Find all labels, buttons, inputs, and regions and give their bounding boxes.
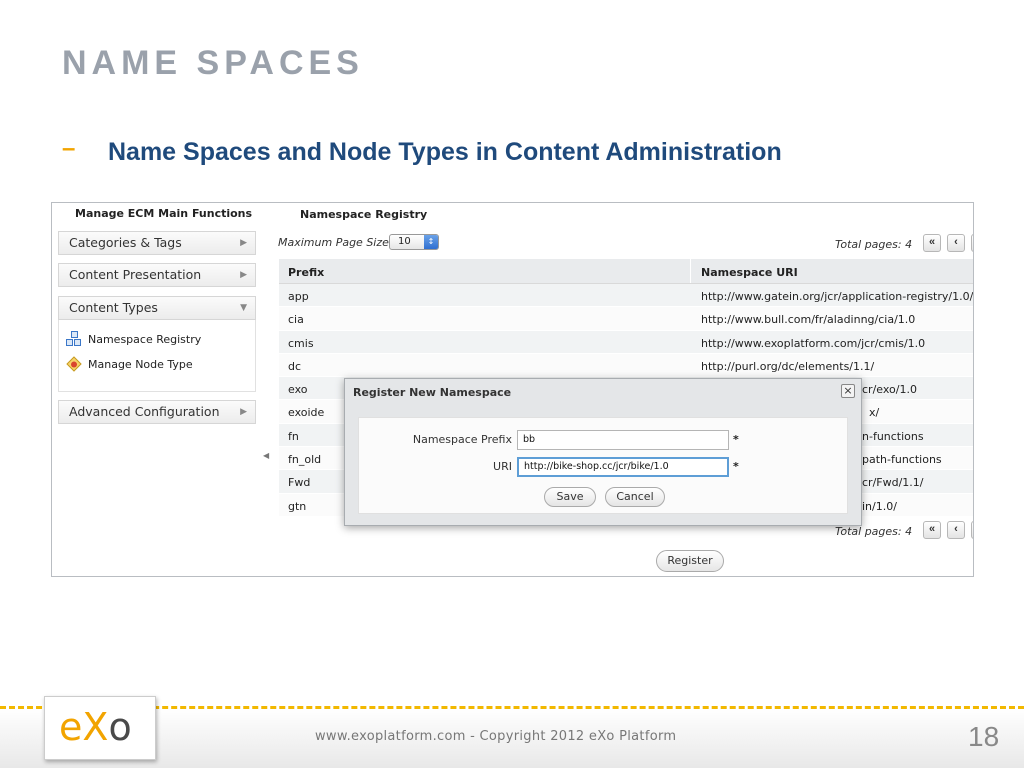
chevron-right-icon: ▶ — [240, 270, 247, 280]
dialog-body: Namespace Prefix bb * URI http://bike-sh… — [358, 417, 848, 514]
cell-prefix: app — [288, 290, 309, 303]
prev-page-button-bottom[interactable]: ‹ — [947, 521, 965, 539]
total-pages-value: 4 — [905, 525, 913, 538]
sub-item-label: Manage Node Type — [88, 357, 193, 371]
node-type-icon — [66, 356, 82, 372]
bullet-dash: – — [62, 135, 76, 162]
menu-item-label: Categories & Tags — [69, 235, 182, 250]
cell-prefix: cia — [288, 313, 304, 327]
page-size-select[interactable]: 10 ↕ — [389, 234, 439, 250]
namespace-registry-icon — [66, 331, 82, 347]
cell-prefix: fn — [288, 429, 299, 443]
sub-item-label: Namespace Registry — [88, 332, 202, 346]
required-marker: * — [733, 433, 739, 446]
chevron-down-icon: ▼ — [240, 303, 247, 313]
total-pages-value: 4 — [905, 238, 913, 251]
cell-prefix: exo — [288, 383, 308, 397]
cell-prefix: cmis — [288, 336, 314, 350]
registry-title: Namespace Registry — [300, 208, 428, 221]
uri-input[interactable]: http://bike-shop.cc/jcr/bike/1.0 — [517, 457, 729, 477]
menu-item-content-types[interactable]: Content Types ▼ — [58, 296, 256, 320]
cell-uri: http://www.gatein.org/jcr/application-re… — [701, 290, 974, 303]
cell-uri: cr/exo/1.0 — [862, 383, 917, 397]
dialog-title: Register New Namespace — [353, 386, 512, 399]
select-spinner-icon: ↕ — [424, 235, 438, 249]
cell-uri: http://www.exoplatform.com/jcr/cmis/1.0 — [701, 336, 926, 350]
total-pages-label: Total pages: — [835, 238, 902, 251]
chevron-right-icon: ▶ — [240, 238, 247, 248]
close-icon[interactable]: × — [841, 384, 855, 398]
required-marker: * — [733, 460, 739, 473]
menu-item-label: Content Presentation — [69, 267, 202, 282]
register-button[interactable]: Register — [656, 550, 724, 572]
left-panel-header: Manage ECM Main Functions — [75, 207, 253, 220]
bullet-text: Name Spaces and Node Types in Content Ad… — [108, 138, 782, 166]
cell-prefix: exoide — [288, 406, 325, 420]
cell-uri: x/ — [869, 406, 880, 420]
table-row[interactable]: dc http://purl.org/dc/elements/1.1/ — [279, 353, 973, 378]
cancel-button[interactable]: Cancel — [605, 487, 665, 507]
slide-page-number: 18 — [968, 721, 1000, 752]
cell-prefix: dc — [288, 359, 302, 373]
menu-item-label: Content Types — [69, 300, 158, 315]
exo-logo: eXo — [44, 696, 156, 760]
total-pages-top: Total pages: 4 — [835, 238, 912, 251]
column-header-uri: Namespace URI — [701, 266, 798, 279]
menu-item-content-presentation[interactable]: Content Presentation ▶ — [58, 263, 256, 287]
register-namespace-dialog: Register New Namespace × Namespace Prefi… — [344, 378, 862, 526]
cell-prefix: gtn — [288, 499, 307, 513]
cell-uri: n-functions — [862, 429, 924, 443]
footer-copyright: www.exoplatform.com - Copyright 2012 eXo… — [315, 729, 677, 744]
total-pages-bottom: Total pages: 4 — [835, 525, 912, 538]
uri-label: URI — [493, 460, 512, 473]
menu-item-advanced-configuration[interactable]: Advanced Configuration ▶ — [58, 400, 256, 424]
first-page-button[interactable]: « — [923, 234, 941, 252]
cell-uri: path-functions — [862, 453, 942, 467]
page-size-value: 10 — [398, 236, 411, 247]
cell-prefix: fn_old — [288, 453, 322, 467]
cell-uri: http://purl.org/dc/elements/1.1/ — [701, 359, 875, 373]
page-size-label: Maximum Page Size: — [278, 236, 393, 249]
cell-uri: in/1.0/ — [862, 499, 897, 513]
menu-item-label: Advanced Configuration — [69, 404, 220, 419]
namespace-prefix-label: Namespace Prefix — [412, 433, 512, 446]
cell-prefix: Fwd — [288, 476, 311, 490]
prev-page-button[interactable]: ‹ — [947, 234, 965, 252]
chevron-right-icon: ▶ — [240, 407, 247, 417]
save-button[interactable]: Save — [544, 487, 596, 507]
cell-uri: http://www.bull.com/fr/aladinng/cia/1.0 — [701, 313, 916, 327]
column-header-prefix: Prefix — [288, 266, 325, 279]
table-header: Prefix Namespace URI — [279, 259, 973, 284]
menu-item-categories-tags[interactable]: Categories & Tags ▶ — [58, 231, 256, 255]
namespace-prefix-input[interactable]: bb — [517, 430, 729, 450]
sub-item-manage-node-type[interactable]: Manage Node Type — [66, 356, 193, 372]
next-page-button[interactable] — [971, 234, 973, 252]
left-panel: Manage ECM Main Functions Categories & T… — [52, 203, 262, 576]
table-row[interactable]: cia http://www.bull.com/fr/aladinng/cia/1… — [279, 307, 973, 331]
sub-item-namespace-registry[interactable]: Namespace Registry — [66, 331, 201, 347]
first-page-button-bottom[interactable]: « — [923, 521, 941, 539]
slide-title: NAME SPACES — [62, 44, 364, 82]
total-pages-label: Total pages: — [835, 525, 902, 538]
collapse-panel-icon[interactable]: ◀ — [263, 451, 269, 460]
next-page-button-bottom[interactable] — [971, 521, 973, 539]
table-row[interactable]: app http://www.gatein.org/jcr/application… — [279, 284, 974, 308]
table-row[interactable]: cmis http://www.exoplatform.com/jcr/cmis/… — [279, 330, 973, 354]
cell-uri: cr/Fwd/1.1/ — [862, 476, 924, 490]
